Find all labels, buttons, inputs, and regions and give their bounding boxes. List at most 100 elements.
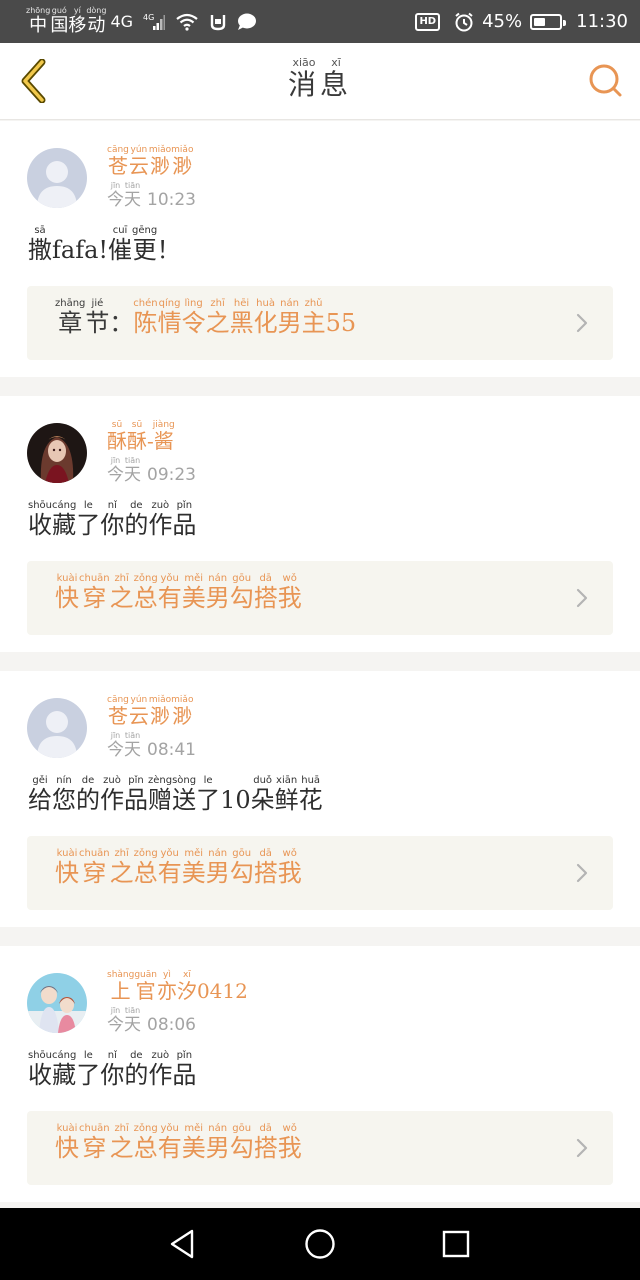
work-link[interactable]: 快kuài穿chuān之zhī总zǒng有yǒu美měi男nán勾gōu搭dā我… bbox=[27, 1111, 613, 1185]
ruby-base: 勾 bbox=[229, 859, 254, 887]
ruby-char: 撒sā bbox=[28, 225, 52, 264]
pinyin: měi bbox=[181, 1123, 206, 1134]
signal-network-label: 4G bbox=[143, 13, 154, 22]
work-link[interactable]: 快kuài穿chuān之zhī总zǒng有yǒu美měi男nán勾gōu搭dā我… bbox=[27, 836, 613, 910]
ruby-char: 收shōu bbox=[28, 500, 52, 539]
pinyin: yǒu bbox=[157, 573, 182, 584]
username[interactable]: 酥sū酥sū-酱jiàng bbox=[107, 420, 175, 454]
ruby-char: 搭dā bbox=[254, 1123, 278, 1162]
pinyin: duǒ bbox=[250, 775, 275, 786]
ruby-base: 的 bbox=[124, 1061, 149, 1089]
username[interactable]: 苍cāng云yún渺miǎo渺miǎo bbox=[107, 695, 193, 729]
pinyin: guó bbox=[50, 6, 69, 15]
message-text: 收shōu藏cáng了le你nǐ的de作zuò品pǐn bbox=[28, 500, 196, 540]
username[interactable]: 上shàng官guān亦yì汐xī0412 bbox=[107, 970, 248, 1004]
ruby-base: 渺 bbox=[171, 704, 194, 728]
ruby-char: 之zhī bbox=[206, 298, 230, 337]
pinyin: wǒ bbox=[277, 848, 302, 859]
username[interactable]: 苍cāng云yún渺miǎo渺miǎo bbox=[107, 145, 193, 179]
ruby-base: 有 bbox=[157, 584, 182, 612]
ruby-base: 藏 bbox=[52, 511, 77, 539]
ruby-base: 穿 bbox=[79, 1134, 110, 1162]
network-type: 4G bbox=[110, 12, 134, 31]
nav-recents-button[interactable] bbox=[440, 1228, 472, 1260]
ruby-base: 美 bbox=[181, 584, 206, 612]
ruby-base: 撒 bbox=[28, 236, 52, 264]
avatar[interactable] bbox=[27, 698, 87, 758]
ruby-base: 国 bbox=[50, 15, 69, 36]
ruby-char: 酱jiàng bbox=[153, 420, 175, 453]
pinyin: nán bbox=[277, 298, 302, 309]
work-link[interactable]: 章zhāng节jié：陈chén情qíng令lìng之zhī黑hēi化huà男n… bbox=[27, 286, 613, 360]
ruby-base: 我 bbox=[277, 584, 302, 612]
ruby-char: 收shōu bbox=[28, 1050, 52, 1089]
ruby-char: 酥sū bbox=[127, 420, 147, 453]
ruby-base: 息 bbox=[320, 68, 353, 101]
nav-home-button[interactable] bbox=[304, 1228, 336, 1260]
pinyin: le bbox=[196, 775, 221, 786]
ruby-base: 情 bbox=[157, 309, 182, 337]
ruby-char: 云yún bbox=[129, 145, 149, 178]
ruby-char: 渺miǎo bbox=[171, 145, 193, 178]
avatar[interactable] bbox=[27, 973, 87, 1033]
home-circle-icon bbox=[305, 1229, 335, 1259]
pinyin: jié bbox=[85, 298, 110, 309]
pinyin: jīn bbox=[107, 1006, 124, 1015]
avatar[interactable] bbox=[27, 148, 87, 208]
pinyin: kuài bbox=[55, 573, 79, 584]
ruby-char: 之zhī bbox=[110, 573, 134, 612]
nav-back-button[interactable] bbox=[166, 1228, 198, 1260]
ruby-char: 品pǐn bbox=[172, 1050, 196, 1089]
message-card: 苍cāng云yún渺miǎo渺miǎo 今jīn天tiān08:41 给gěi您ní… bbox=[0, 671, 640, 927]
pinyin: cáng bbox=[52, 500, 77, 511]
ruby-char: 渺miǎo bbox=[148, 145, 172, 178]
pinyin: miǎo bbox=[171, 695, 194, 705]
ruby-char: 品pǐn bbox=[124, 775, 148, 814]
ruby-char: 快kuài bbox=[55, 573, 79, 612]
pinyin: dā bbox=[253, 848, 278, 859]
work-link[interactable]: 快kuài穿chuān之zhī总zǒng有yǒu美měi男nán勾gōu搭dā我… bbox=[27, 561, 613, 635]
ruby-base: 搭 bbox=[253, 859, 278, 887]
ruby-base: 渺 bbox=[148, 704, 172, 728]
carrier-name: 中zhōng国guó移yí动dòng bbox=[26, 6, 106, 37]
ruby-base: 我 bbox=[277, 1134, 302, 1162]
ruby-char: 今jīn bbox=[107, 731, 124, 760]
ruby-char: 天tiān bbox=[124, 456, 141, 485]
pinyin: zèng bbox=[148, 775, 173, 786]
ruby-base: 穿 bbox=[79, 859, 110, 887]
ruby-base: 中 bbox=[26, 15, 51, 36]
wifi-icon bbox=[175, 13, 199, 31]
pinyin: gēng bbox=[132, 225, 158, 236]
ruby-base: 有 bbox=[157, 1134, 182, 1162]
pinyin: gěi bbox=[28, 775, 52, 786]
ruby-base: 今 bbox=[107, 740, 124, 760]
ruby-base: 汐 bbox=[176, 979, 197, 1003]
ruby-base: 天 bbox=[124, 740, 141, 760]
clock: 11:30 bbox=[576, 11, 628, 32]
chat-icon bbox=[237, 13, 257, 31]
ruby-char: 搭dā bbox=[253, 848, 278, 887]
ruby-base: 男 bbox=[205, 584, 230, 612]
ruby-base: 收 bbox=[28, 1061, 52, 1089]
ruby-base: 消 bbox=[287, 68, 320, 101]
pinyin: qíng bbox=[157, 298, 182, 309]
notification-icon bbox=[209, 13, 227, 31]
ruby-base: 陈 bbox=[133, 309, 158, 337]
work-title: 快kuài穿chuān之zhī总zǒng有yǒu美měi男nán勾gōu搭dā我… bbox=[55, 1123, 302, 1163]
avatar[interactable] bbox=[27, 423, 87, 483]
ruby-char: 美měi bbox=[182, 848, 206, 887]
ruby-base: 渺 bbox=[148, 154, 172, 178]
search-button[interactable] bbox=[586, 61, 626, 101]
ruby-char: 今jīn bbox=[107, 456, 124, 485]
ruby-base: 苍 bbox=[107, 154, 129, 178]
ruby-char: 消xiāo bbox=[287, 56, 320, 101]
pinyin: wǒ bbox=[277, 573, 302, 584]
pinyin: miǎo bbox=[148, 145, 172, 155]
ruby-base: 主 bbox=[301, 309, 326, 337]
ruby-base: 你 bbox=[100, 1061, 125, 1089]
ruby-char: 品pǐn bbox=[172, 500, 196, 539]
search-icon bbox=[589, 64, 622, 97]
pinyin: zǒng bbox=[133, 573, 158, 584]
pinyin: de bbox=[124, 500, 149, 511]
message-text: 撒sāfafa!催cuī更gēng！ bbox=[28, 225, 181, 265]
